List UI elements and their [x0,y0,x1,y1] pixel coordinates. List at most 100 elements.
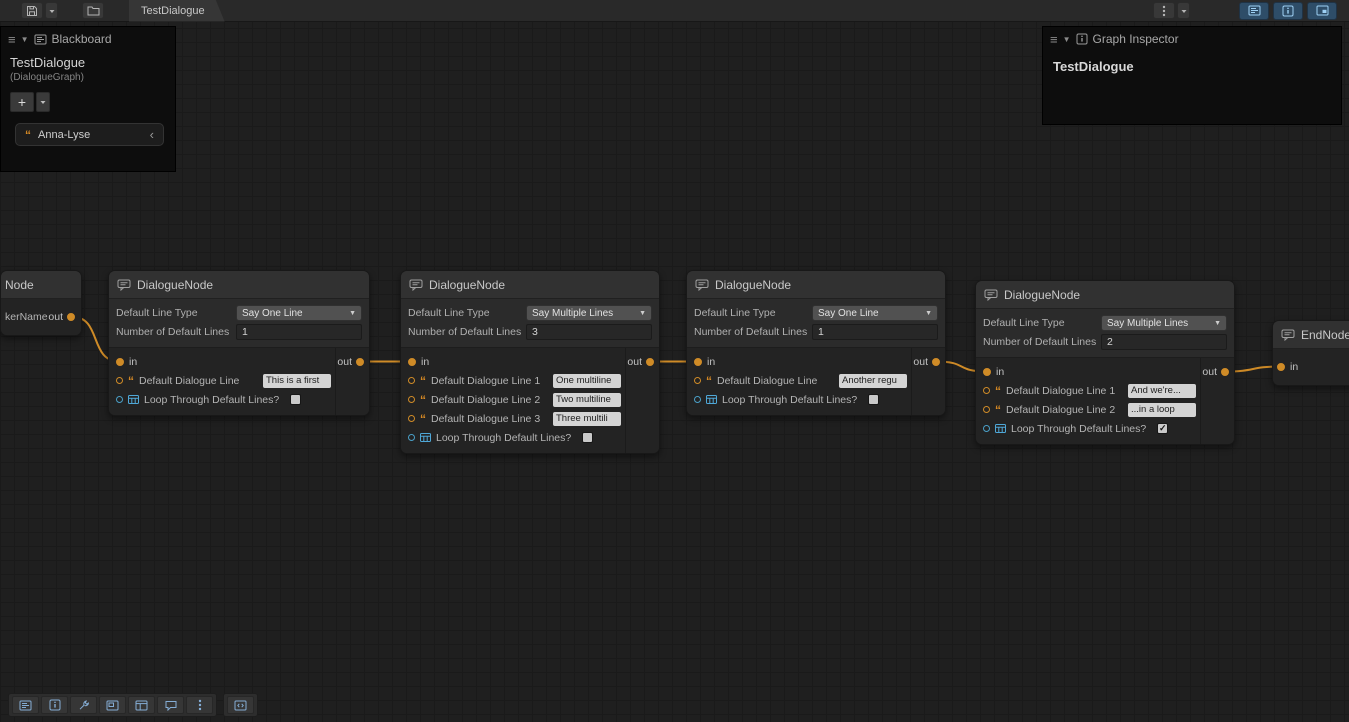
input-port[interactable] [694,358,702,366]
line-port[interactable] [408,396,415,403]
line-text-field[interactable]: Three multili [553,412,621,426]
node-title-bar[interactable]: EndNode [1273,321,1349,349]
line-port[interactable] [983,406,990,413]
node-title-bar[interactable]: DialogueNode [976,281,1234,309]
speaker-node-partial[interactable]: NodekerNameout [0,270,82,336]
line-label: Default Dialogue Line 1 [1006,385,1115,397]
loop-port[interactable] [408,434,415,441]
kebab-menu-button[interactable] [186,696,213,714]
dialogue-line-row: “Default Dialogue LineAnother regu [694,372,907,389]
input-port[interactable] [408,358,416,366]
code-panel-button[interactable] [227,696,254,714]
line-count-field[interactable]: 1 [236,324,362,340]
input-port-label: in [421,356,429,368]
input-port[interactable] [116,358,124,366]
bottom-toolbar-group [8,693,217,717]
node-title-bar[interactable]: Node [1,271,81,299]
end-node[interactable]: EndNode in [1272,320,1349,386]
line-count-field[interactable]: 2 [1101,334,1227,350]
tools-button[interactable] [70,696,97,714]
line-text-field[interactable]: This is a first [263,374,331,388]
dialogue-node[interactable]: DialogueNodeDefault Line TypeSay Multipl… [975,280,1235,445]
blackboard-panel-button[interactable] [12,696,39,714]
inspector-panel-button[interactable] [41,696,68,714]
loop-checkbox[interactable]: ✓ [1157,423,1168,434]
hamburger-icon[interactable]: ≡ [8,33,16,46]
top-toolbar: TestDialogue [0,0,1349,22]
dialogue-node[interactable]: DialogueNode Default Line TypeSay Multipl… [400,270,660,454]
line-port[interactable] [983,387,990,394]
quote-icon: “ [420,375,426,387]
line-type-dropdown[interactable]: Say Multiple Lines▼ [1101,315,1227,331]
line-type-dropdown[interactable]: Say One Line▼ [812,305,938,321]
folder-button[interactable] [82,2,104,19]
loop-port[interactable] [983,425,990,432]
loop-row: Loop Through Default Lines?✓ [983,420,1196,437]
node-title-bar[interactable]: DialogueNode [401,271,659,299]
blackboard-header[interactable]: ≡ ▼ Blackboard [1,27,175,51]
loop-port[interactable] [116,396,123,403]
more-options-dropdown[interactable] [1177,2,1190,19]
prop-label: Default Line Type [408,307,526,319]
inspector-icon [1076,33,1088,45]
line-count-field[interactable]: 3 [526,324,652,340]
kebab-menu-icon [198,699,202,711]
dialogue-node-icon [984,289,998,301]
line-text-field[interactable]: And we're... [1128,384,1196,398]
output-port-row: out [1202,363,1229,380]
line-count-field[interactable]: 1 [812,324,938,340]
line-port[interactable] [408,415,415,422]
collapse-arrow-icon[interactable]: ▼ [21,35,29,44]
inspector-panel-toggle[interactable] [1273,2,1303,20]
loop-port[interactable] [694,396,701,403]
line-port[interactable] [116,377,123,384]
dropdown-arrow[interactable] [45,2,58,19]
line-port[interactable] [408,377,415,384]
line-text-field[interactable]: ...in a loop [1128,403,1196,417]
line-text-field[interactable]: One multiline [553,374,621,388]
end-node-icon [1281,329,1295,341]
line-text-field[interactable]: Another regu [839,374,907,388]
add-field-dropdown[interactable] [36,92,50,112]
add-field-button[interactable]: + [10,92,34,112]
minimap-panel-toggle[interactable] [1307,2,1337,20]
output-port[interactable] [1221,368,1229,376]
node-title-bar[interactable]: DialogueNode [109,271,369,299]
blackboard-panel-toggle[interactable] [1239,2,1269,20]
line-port[interactable] [694,377,701,384]
line-text-field[interactable]: Two multiline [553,393,621,407]
output-port[interactable] [356,358,364,366]
dialogue-node[interactable]: DialogueNodeDefault Line TypeSay One Lin… [686,270,946,416]
output-port[interactable] [67,313,75,321]
input-port[interactable] [1277,363,1285,371]
dialogue-node[interactable]: DialogueNodeDefault Line TypeSay One Lin… [108,270,370,416]
line-type-dropdown[interactable]: Say Multiple Lines▼ [526,305,652,321]
code-panel-icon [234,700,247,711]
input-port-row: in [408,353,621,370]
dialogue-preview-button[interactable] [157,696,184,714]
save-button[interactable] [21,2,43,19]
collapse-arrow-icon[interactable]: ▼ [1063,35,1071,44]
input-port-label: in [1290,361,1298,373]
input-port[interactable] [983,368,991,376]
loop-checkbox[interactable] [290,394,301,405]
loop-checkbox[interactable] [582,432,593,443]
hamburger-icon[interactable]: ≡ [1050,33,1058,46]
loop-checkbox[interactable] [868,394,879,405]
blackboard-field-name: Anna-Lyse [38,129,90,141]
output-port[interactable] [646,358,654,366]
minimap-button[interactable] [99,696,126,714]
line-type-dropdown[interactable]: Say One Line▼ [236,305,362,321]
line-label: Default Dialogue Line 2 [431,394,540,406]
output-port[interactable] [932,358,940,366]
more-options-button[interactable] [1153,2,1175,19]
dialogue-line-row: “Default Dialogue Line 1One multiline [408,372,621,389]
toolbar-left-buttons [20,2,105,19]
graph-tab[interactable]: TestDialogue [129,0,225,22]
chevron-left-icon[interactable]: ‹ [150,127,154,142]
blackboard-field-anna-lyse[interactable]: “ Anna-Lyse ‹ [15,123,164,146]
node-title-bar[interactable]: DialogueNode [687,271,945,299]
graph-inspector-header[interactable]: ≡ ▼ Graph Inspector [1043,27,1341,51]
loop-row: Loop Through Default Lines? [694,391,907,408]
layout-panel-button[interactable] [128,696,155,714]
